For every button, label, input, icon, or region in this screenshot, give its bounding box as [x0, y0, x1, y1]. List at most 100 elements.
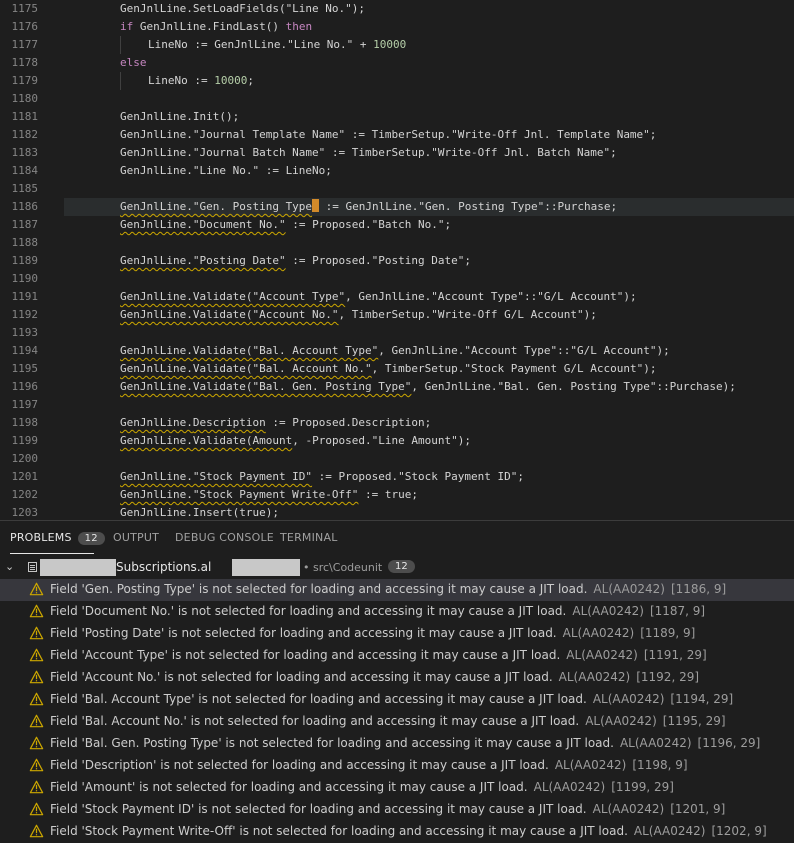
problem-message: Field 'Bal. Account Type' is not selecte…: [50, 692, 733, 706]
code-line[interactable]: 1187 GenJnlLine."Document No." := Propose…: [0, 216, 794, 234]
code-text: GenJnlLine."Line No." := LineNo;: [120, 162, 332, 180]
line-number: 1194: [11, 344, 39, 357]
code-line[interactable]: 1200: [0, 450, 794, 468]
code-text: LineNo := 10000;: [148, 72, 254, 90]
code-text: GenJnlLine.Description := Proposed.Descr…: [120, 414, 431, 432]
code-line[interactable]: 1202 GenJnlLine."Stock Payment Write-Off"…: [0, 486, 794, 504]
code-token: LineNo :=: [148, 74, 215, 87]
problem-position: [1194, 29]: [670, 692, 734, 706]
problem-position: [1195, 29]: [662, 714, 726, 728]
code-line[interactable]: 1198 GenJnlLine.Description := Proposed.D…: [0, 414, 794, 432]
problem-position: [1198, 9]: [632, 758, 688, 772]
problem-source: AL(AA0242): [633, 824, 706, 838]
code-line[interactable]: 1197: [0, 396, 794, 414]
number-literal: 10000: [214, 74, 248, 87]
bottom-panel: PROBLEMS 12 OUTPUT DEBUG CONSOLE TERMINAL…: [0, 520, 794, 842]
tab-terminal[interactable]: TERMINAL: [280, 531, 338, 544]
code-line[interactable]: 1192 GenJnlLine.Validate("Account No.", T…: [0, 306, 794, 324]
problem-item[interactable]: Field 'Stock Payment Write-Off' is not s…: [0, 821, 794, 843]
code-line[interactable]: 1180: [0, 90, 794, 108]
problem-file-group[interactable]: ⌄ Subscriptions.al • src\Codeunit 12: [0, 557, 794, 579]
code-line[interactable]: 1201 GenJnlLine."Stock Payment ID" := Pro…: [0, 468, 794, 486]
code-line[interactable]: 1179 LineNo := 10000;: [0, 72, 794, 90]
problem-source: AL(AA0242): [558, 670, 631, 684]
code-text: GenJnlLine.Validate("Bal. Account Type",…: [120, 342, 670, 360]
code-line[interactable]: 1194 GenJnlLine.Validate("Bal. Account Ty…: [0, 342, 794, 360]
line-number: 1190: [11, 272, 39, 285]
code-line[interactable]: 1184 GenJnlLine."Line No." := LineNo;: [0, 162, 794, 180]
tab-problems[interactable]: PROBLEMS 12: [10, 531, 105, 545]
code-text: GenJnlLine.Init();: [120, 108, 239, 126]
code-line[interactable]: 1189 GenJnlLine."Posting Date" := Propose…: [0, 252, 794, 270]
code-token: GenJnlLine."Journal Batch Name" := Timbe…: [120, 146, 617, 159]
line-number: 1188: [11, 236, 39, 249]
line-number: 1178: [11, 56, 39, 69]
code-line[interactable]: 1199 GenJnlLine.Validate(Amount, -Propose…: [0, 432, 794, 450]
warning-squiggle: GenJnlLine.Validate(: [120, 308, 253, 321]
code-token: GenJnlLine."Line No." := LineNo;: [120, 164, 332, 177]
code-line[interactable]: 1190: [0, 270, 794, 288]
problem-item[interactable]: Field 'Account Type' is not selected for…: [0, 645, 794, 667]
problem-item[interactable]: Field 'Amount' is not selected for loadi…: [0, 777, 794, 799]
problem-item[interactable]: Field 'Document No.' is not selected for…: [0, 601, 794, 623]
code-line[interactable]: 1203 GenJnlLine.Insert(true);: [0, 504, 794, 520]
code-line[interactable]: 1178 else: [0, 54, 794, 72]
code-line[interactable]: 1193: [0, 324, 794, 342]
problem-position: [1196, 29]: [697, 736, 761, 750]
warning-icon: [29, 758, 44, 772]
code-line[interactable]: 1188: [0, 234, 794, 252]
problem-item[interactable]: Field 'Bal. Account No.' is not selected…: [0, 711, 794, 733]
problem-message: Field 'Document No.' is not selected for…: [50, 604, 705, 618]
code-line[interactable]: 1191 GenJnlLine.Validate("Account Type", …: [0, 288, 794, 306]
code-line[interactable]: 1186 GenJnlLine."Gen. Posting Type := Gen…: [0, 198, 794, 216]
warning-squiggle: Description: [192, 416, 266, 429]
line-number: 1198: [11, 416, 39, 429]
problem-item[interactable]: Field 'Account No.' is not selected for …: [0, 667, 794, 689]
tab-output[interactable]: OUTPUT: [113, 531, 159, 544]
warning-icon: [29, 802, 44, 816]
problem-source: AL(AA0242): [566, 648, 638, 662]
code-line[interactable]: 1195 GenJnlLine.Validate("Bal. Account No…: [0, 360, 794, 378]
code-token: GenJnlLine.SetLoadFields("Line No.");: [120, 2, 366, 15]
problem-message: Field 'Posting Date' is not selected for…: [50, 626, 695, 640]
line-number: 1182: [11, 128, 39, 141]
code-line[interactable]: 1196 GenJnlLine.Validate("Bal. Gen. Posti…: [0, 378, 794, 396]
line-number: 1181: [11, 110, 39, 123]
problem-item[interactable]: Field 'Description' is not selected for …: [0, 755, 794, 777]
warning-squiggle: "Bal. Account Type": [252, 344, 379, 357]
problem-text: Field 'Stock Payment Write-Off' is not s…: [50, 824, 628, 838]
problem-source: AL(AA0242): [585, 714, 657, 728]
code-text: else: [120, 54, 147, 72]
problem-item[interactable]: Field 'Bal. Gen. Posting Type' is not se…: [0, 733, 794, 755]
problem-source: AL(AA0242): [593, 582, 665, 596]
problem-position: [1189, 9]: [640, 626, 696, 640]
code-line[interactable]: 1183 GenJnlLine."Journal Batch Name" := T…: [0, 144, 794, 162]
tab-debug-console[interactable]: DEBUG CONSOLE: [175, 531, 274, 544]
problem-item[interactable]: Field 'Posting Date' is not selected for…: [0, 623, 794, 645]
problem-source: AL(AA0242): [619, 736, 692, 750]
code-text: GenJnlLine.Insert(true);: [120, 504, 279, 520]
warning-squiggle: GenJnlLine.Validate(: [120, 434, 253, 447]
chevron-down-icon[interactable]: ⌄: [5, 560, 14, 573]
code-line[interactable]: 1182 GenJnlLine."Journal Template Name" :…: [0, 126, 794, 144]
line-number: 1193: [11, 326, 39, 339]
code-token: LineNo := GenJnlLine."Line No." +: [148, 38, 374, 51]
code-line[interactable]: 1177 LineNo := GenJnlLine."Line No." + 10…: [0, 36, 794, 54]
code-token: ;: [247, 74, 254, 87]
code-line[interactable]: 1185: [0, 180, 794, 198]
code-editor[interactable]: 1175 GenJnlLine.SetLoadFields("Line No.")…: [0, 0, 794, 520]
warning-squiggle: GenJnlLine."Posting Date": [120, 254, 286, 267]
problem-text: Field 'Bal. Account Type' is not selecte…: [50, 692, 587, 706]
problem-item[interactable]: Field 'Stock Payment ID' is not selected…: [0, 799, 794, 821]
code-line[interactable]: 1176 if GenJnlLine.FindLast() then: [0, 18, 794, 36]
code-line[interactable]: 1181 GenJnlLine.Init();: [0, 108, 794, 126]
line-number: 1187: [11, 218, 39, 231]
active-tab-indicator: [10, 553, 94, 554]
file-icon: [28, 562, 37, 572]
warning-squiggle: GenJnlLine.Validate(: [120, 362, 253, 375]
problem-message: Field 'Description' is not selected for …: [50, 758, 688, 772]
problem-item[interactable]: Field 'Gen. Posting Type' is not selecte…: [0, 579, 794, 601]
problem-item[interactable]: Field 'Bal. Account Type' is not selecte…: [0, 689, 794, 711]
code-line[interactable]: 1175 GenJnlLine.SetLoadFields("Line No.")…: [0, 0, 794, 18]
code-text: GenJnlLine.Validate("Account No.", Timbe…: [120, 306, 597, 324]
